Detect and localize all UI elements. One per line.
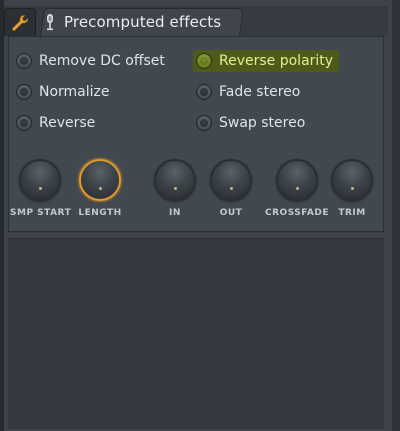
option-label: Reverse polarity bbox=[219, 53, 334, 69]
tab-precomputed-effects-content: Precomputed effects bbox=[44, 8, 240, 36]
option-label: Fade stereo bbox=[219, 84, 301, 100]
radio-swap-stereo[interactable] bbox=[196, 115, 212, 131]
option-fade-stereo[interactable]: Fade stereo bbox=[196, 81, 300, 103]
knob-smp-start[interactable] bbox=[19, 159, 61, 201]
microphone-icon bbox=[47, 14, 53, 31]
frame-right bbox=[392, 0, 400, 431]
wrench-icon bbox=[12, 14, 28, 31]
knob-label-trim: TRIM bbox=[338, 208, 366, 218]
knob-in[interactable] bbox=[154, 159, 196, 201]
tab-title: Precomputed effects bbox=[64, 13, 222, 31]
window: Precomputed effects Remove DC offset Nor… bbox=[0, 0, 400, 431]
option-label: Reverse bbox=[39, 115, 96, 131]
knob-crossfade[interactable] bbox=[276, 159, 318, 201]
knob-label-crossfade: CROSSFADE bbox=[265, 208, 329, 218]
option-label: Normalize bbox=[39, 84, 110, 100]
option-remove-dc-offset[interactable]: Remove DC offset bbox=[16, 50, 165, 72]
radio-reverse[interactable] bbox=[16, 115, 32, 131]
empty-panel-area bbox=[8, 238, 384, 429]
tab-tools[interactable] bbox=[4, 8, 36, 36]
knob-label-smp-start: SMP START bbox=[10, 208, 72, 218]
option-swap-stereo[interactable]: Swap stereo bbox=[196, 112, 305, 134]
radio-remove-dc-offset[interactable] bbox=[16, 53, 32, 69]
radio-normalize[interactable] bbox=[16, 84, 32, 100]
radio-reverse-polarity[interactable] bbox=[196, 53, 212, 69]
option-label: Swap stereo bbox=[219, 115, 306, 131]
knob-out[interactable] bbox=[210, 159, 252, 201]
option-reverse[interactable]: Reverse bbox=[16, 112, 95, 134]
radio-fade-stereo[interactable] bbox=[196, 84, 212, 100]
knob-label-out: OUT bbox=[219, 208, 243, 218]
knob-label-in: IN bbox=[169, 208, 181, 218]
option-normalize[interactable]: Normalize bbox=[16, 81, 110, 103]
option-label: Remove DC offset bbox=[39, 53, 165, 69]
knob-label-length: LENGTH bbox=[78, 208, 122, 218]
option-reverse-polarity[interactable]: Reverse polarity bbox=[193, 50, 340, 72]
knob-length[interactable] bbox=[79, 159, 121, 201]
knob-trim[interactable] bbox=[331, 159, 373, 201]
frame-left bbox=[0, 0, 4, 431]
